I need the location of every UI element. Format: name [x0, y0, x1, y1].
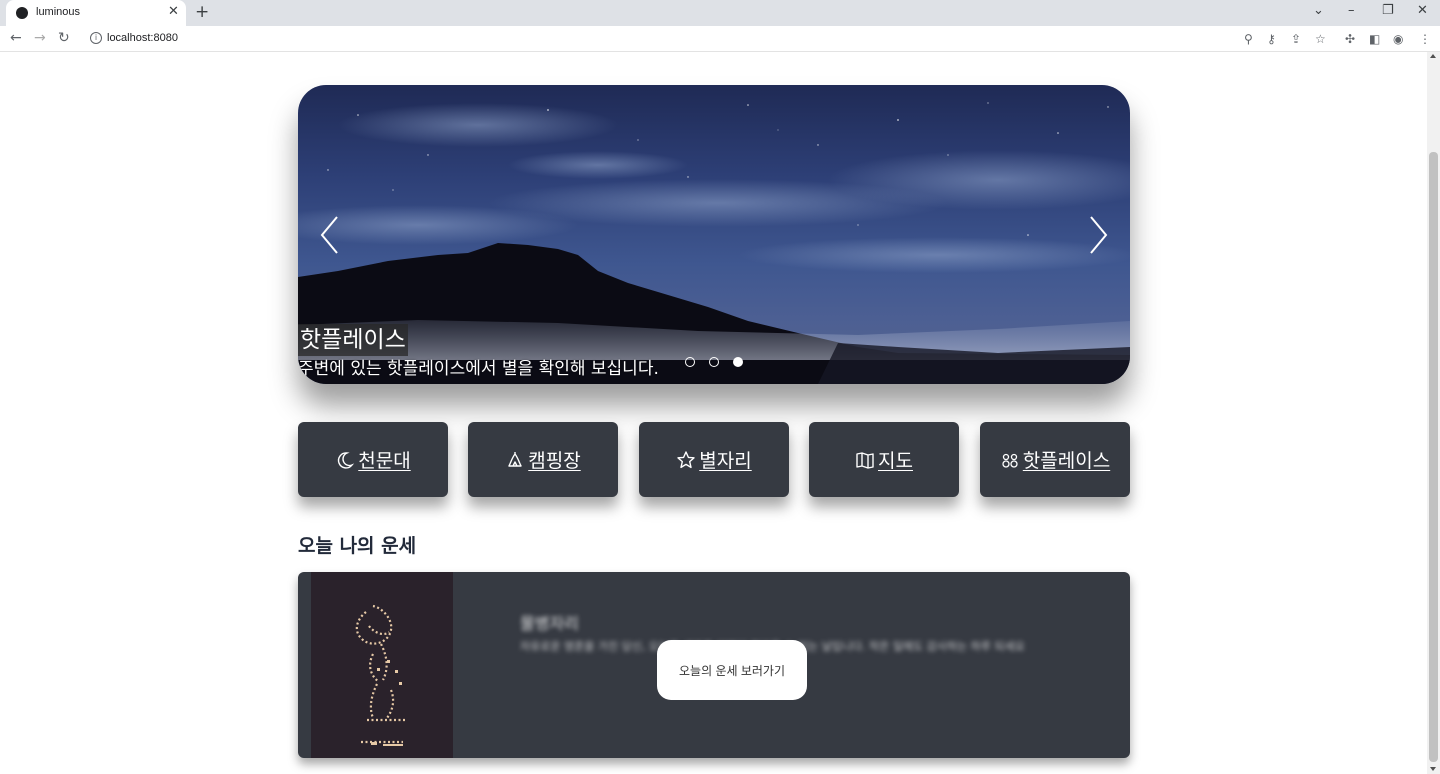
page-content: 핫플레이스 주변에 있는 핫플레이스에서 별을 확인해 보십니다. 천문대 캠핑… [0, 52, 1427, 774]
hero-carousel[interactable]: 핫플레이스 주변에 있는 핫플레이스에서 별을 확인해 보십니다. [298, 85, 1130, 384]
page-scrollbar[interactable] [1427, 52, 1440, 774]
share-icon[interactable]: ⇪ [1291, 31, 1301, 47]
profile-avatar-icon[interactable]: ◉ [1393, 31, 1403, 47]
fortune-section-title: 오늘 나의 운세 [298, 535, 417, 557]
fortune-sign-title: 물병자리 [520, 614, 579, 633]
category-label: 캠핑장 [528, 450, 581, 472]
carousel-indicator-1[interactable] [685, 357, 695, 367]
minimize-icon[interactable]: – [1348, 3, 1355, 19]
carousel-next-icon[interactable] [1086, 213, 1110, 257]
extensions-icon[interactable]: ✣ [1345, 31, 1355, 47]
side-panel-icon[interactable]: ◧ [1369, 31, 1380, 47]
location-icon[interactable]: ⚲ [1244, 31, 1253, 47]
carousel-caption-subtitle: 주변에 있는 핫플레이스에서 별을 확인해 보십니다. [298, 359, 659, 379]
bookmark-star-icon[interactable]: ☆ [1315, 31, 1326, 47]
category-button-map[interactable]: 지도 [809, 422, 959, 497]
tab-search-icon[interactable]: ⌄ [1313, 3, 1324, 19]
favicon-icon [16, 7, 28, 19]
back-icon[interactable]: ← [10, 30, 22, 46]
category-label: 지도 [878, 450, 913, 472]
tab-title: luminous [36, 6, 81, 18]
category-button-observatory[interactable]: 천문대 [298, 422, 448, 497]
site-info-icon[interactable]: i [90, 32, 102, 44]
carousel-indicator-2[interactable] [709, 357, 719, 367]
url-text[interactable]: localhost:8080 [107, 32, 178, 44]
tab-close-icon[interactable]: ✕ [168, 4, 179, 20]
category-button-constellation[interactable]: 별자리 [639, 422, 789, 497]
carousel-indicator-3[interactable] [733, 357, 743, 367]
browser-tab[interactable]: luminous ✕ [6, 0, 186, 26]
scrollbar-thumb[interactable] [1429, 152, 1438, 762]
night-sky-mountain-image [298, 102, 1130, 384]
star-icon [677, 450, 695, 468]
map-icon [856, 451, 874, 469]
address-bar[interactable]: i localhost:8080 [80, 27, 1240, 51]
browser-tab-bar: luminous ✕ + ⌄ – ❐ ✕ [0, 0, 1440, 26]
close-window-icon[interactable]: ✕ [1417, 3, 1428, 19]
browser-toolbar: ← → ↻ i localhost:8080 ⚲ ⚷ ⇪ ☆ ✣ ◧ ◉ ⋮ [0, 26, 1440, 52]
zodiac-aquarius-image [311, 572, 453, 758]
tent-icon [508, 451, 522, 467]
category-button-campsite[interactable]: 캠핑장 [468, 422, 618, 497]
scroll-down-icon[interactable] [1430, 767, 1436, 771]
fortune-card: 물병자리 자유로운 영혼을 가진 당신, 오늘은 새로운 인연이 찾아올 수 있… [298, 572, 1130, 758]
key-icon[interactable]: ⚷ [1267, 31, 1276, 47]
category-label: 별자리 [699, 450, 752, 472]
forward-icon[interactable]: → [34, 30, 46, 46]
new-tab-button[interactable]: + [195, 3, 209, 21]
reload-icon[interactable]: ↻ [58, 30, 70, 46]
carousel-caption-title: 핫플레이스 [298, 324, 408, 356]
category-button-hotplace[interactable]: 핫플레이스 [980, 422, 1130, 497]
category-label: 핫플레이스 [1022, 450, 1111, 472]
view-fortune-button[interactable]: 오늘의 운세 보러가기 [657, 640, 807, 700]
category-label: 천문대 [358, 450, 411, 472]
carousel-prev-icon[interactable] [318, 213, 342, 257]
scroll-up-icon[interactable] [1430, 54, 1436, 58]
menu-kebab-icon[interactable]: ⋮ [1419, 31, 1431, 47]
people-icon [1002, 453, 1018, 468]
moon-icon [338, 451, 355, 469]
restore-icon[interactable]: ❐ [1382, 3, 1394, 19]
